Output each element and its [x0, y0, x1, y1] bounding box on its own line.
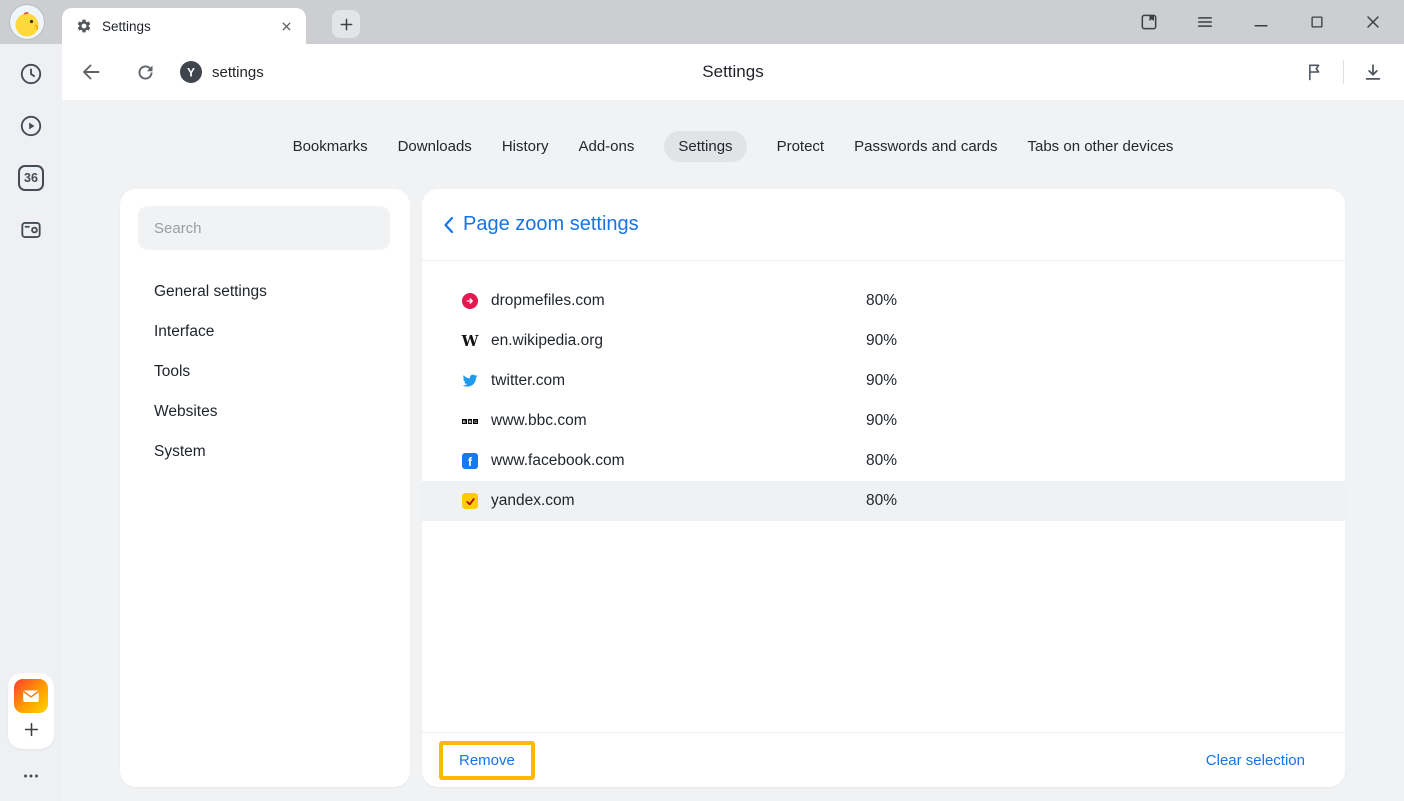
- sidebar-rail: 36: [0, 44, 62, 801]
- menu-icon[interactable]: [1194, 11, 1216, 33]
- page-title: Settings: [702, 62, 763, 82]
- zoom-row-facebook[interactable]: f www.facebook.com 80%: [422, 441, 1345, 481]
- browser-window: Settings: [0, 0, 1404, 801]
- address-chip[interactable]: Y settings: [180, 61, 264, 83]
- ellipsis-icon: [20, 765, 42, 787]
- nav-tab-other-devices[interactable]: Tabs on other devices: [1028, 131, 1174, 162]
- zoom-row-yandex[interactable]: yandex.com 80%: [422, 481, 1345, 521]
- reload-icon: [135, 62, 156, 83]
- sidebar-item-interface[interactable]: Interface: [120, 312, 410, 352]
- screenshot-icon: [18, 217, 44, 243]
- gear-icon: [76, 18, 92, 34]
- nav-tab-passwords-and-cards[interactable]: Passwords and cards: [854, 131, 997, 162]
- rail-apps-card: [8, 673, 54, 749]
- tabs-button[interactable]: 36: [13, 160, 49, 196]
- clock-icon: [18, 61, 44, 87]
- window-controls: [1138, 0, 1384, 44]
- tab-title: Settings: [102, 19, 276, 34]
- site-name: twitter.com: [491, 372, 565, 390]
- tab-close-icon[interactable]: [276, 16, 296, 36]
- tab-strip: Settings: [0, 0, 1404, 44]
- bookmark-flag-icon: [1304, 62, 1324, 82]
- panel-title: Page zoom settings: [463, 213, 639, 236]
- zoom-row-bbc[interactable]: BBC www.bbc.com 90%: [422, 401, 1345, 441]
- maximize-icon[interactable]: [1306, 11, 1328, 33]
- play-icon: [18, 113, 44, 139]
- zoom-row-twitter[interactable]: twitter.com 90%: [422, 361, 1345, 401]
- toolbar-actions: [1301, 44, 1386, 100]
- avatar-image: [10, 5, 44, 39]
- plus-icon: [339, 17, 354, 32]
- yandex-favicon: [462, 493, 478, 509]
- history-button[interactable]: [13, 56, 49, 92]
- zoom-panel-footer: Remove Clear selection: [422, 732, 1345, 787]
- nav-tab-downloads[interactable]: Downloads: [398, 131, 472, 162]
- settings-section-list: General settings Interface Tools Website…: [120, 272, 410, 472]
- sidebar-item-tools[interactable]: Tools: [120, 352, 410, 392]
- bookmark-flag-button[interactable]: [1301, 59, 1327, 85]
- twitter-favicon: [462, 373, 478, 389]
- page-zoom-panel: Page zoom settings dropmefiles.com 80%: [422, 189, 1345, 787]
- nav-tab-settings[interactable]: Settings: [664, 131, 746, 162]
- zoom-value: 90%: [866, 372, 897, 390]
- minimize-icon[interactable]: [1250, 11, 1272, 33]
- facebook-favicon: f: [462, 453, 478, 469]
- nav-tab-history[interactable]: History: [502, 131, 549, 162]
- browser-toolbar: Y settings Settings: [62, 44, 1404, 100]
- zoom-site-list: dropmefiles.com 80% W en.wikipedia.org 9…: [422, 261, 1345, 732]
- new-tab-button[interactable]: [332, 10, 360, 38]
- tab-count-badge: 36: [18, 165, 44, 191]
- sidebar-item-general-settings[interactable]: General settings: [120, 272, 410, 312]
- bbc-favicon: BBC: [462, 413, 478, 429]
- site-name: www.facebook.com: [491, 452, 625, 470]
- dropmefiles-favicon: [462, 293, 478, 309]
- site-name: dropmefiles.com: [491, 292, 605, 310]
- video-button[interactable]: [13, 108, 49, 144]
- zoom-value: 80%: [866, 292, 897, 310]
- zoom-value: 80%: [866, 492, 897, 510]
- downloads-button[interactable]: [1360, 59, 1386, 85]
- toolbar-divider: [1343, 60, 1344, 84]
- remove-button[interactable]: Remove: [439, 741, 535, 780]
- site-name: www.bbc.com: [491, 412, 587, 430]
- nav-tab-protect[interactable]: Protect: [777, 131, 825, 162]
- back-button[interactable]: [78, 59, 104, 85]
- zoom-row-dropmefiles[interactable]: dropmefiles.com 80%: [422, 281, 1345, 321]
- zoom-value: 90%: [866, 332, 897, 350]
- zoom-row-wikipedia[interactable]: W en.wikipedia.org 90%: [422, 321, 1345, 361]
- search-input[interactable]: [152, 219, 376, 238]
- wikipedia-favicon: W: [462, 333, 478, 349]
- yandex-logo-icon: Y: [180, 61, 202, 83]
- profile-avatar[interactable]: [10, 5, 44, 39]
- download-icon: [1362, 61, 1384, 83]
- arrow-left-icon: [79, 60, 103, 84]
- site-name: en.wikipedia.org: [491, 332, 603, 350]
- settings-content: Bookmarks Downloads History Add-ons Sett…: [62, 100, 1404, 801]
- browser-tab-settings[interactable]: Settings: [62, 8, 306, 44]
- svg-text:Y: Y: [187, 66, 195, 80]
- rail-more-button[interactable]: [20, 763, 42, 789]
- site-name: yandex.com: [491, 492, 575, 510]
- sidebar-item-system[interactable]: System: [120, 432, 410, 472]
- search-box[interactable]: [138, 206, 390, 250]
- panel-back-header[interactable]: Page zoom settings: [422, 189, 1345, 261]
- zoom-value: 90%: [866, 412, 897, 430]
- address-text: settings: [212, 64, 264, 81]
- zoom-value: 80%: [866, 452, 897, 470]
- settings-nav: Bookmarks Downloads History Add-ons Sett…: [62, 131, 1404, 162]
- side-panel-icon[interactable]: [1138, 11, 1160, 33]
- add-panel-button[interactable]: [14, 713, 48, 745]
- screenshot-button[interactable]: [13, 212, 49, 248]
- reload-button[interactable]: [132, 59, 158, 85]
- mail-envelope-icon: [20, 685, 42, 707]
- plus-icon: [23, 721, 40, 738]
- settings-sections-panel: General settings Interface Tools Website…: [120, 189, 410, 787]
- nav-tab-addons[interactable]: Add-ons: [578, 131, 634, 162]
- yandex-mail-button[interactable]: [14, 679, 48, 713]
- sidebar-item-websites[interactable]: Websites: [120, 392, 410, 432]
- close-icon[interactable]: [1362, 11, 1384, 33]
- clear-selection-link[interactable]: Clear selection: [1206, 752, 1305, 769]
- chevron-left-icon: [443, 216, 454, 234]
- nav-tab-bookmarks[interactable]: Bookmarks: [293, 131, 368, 162]
